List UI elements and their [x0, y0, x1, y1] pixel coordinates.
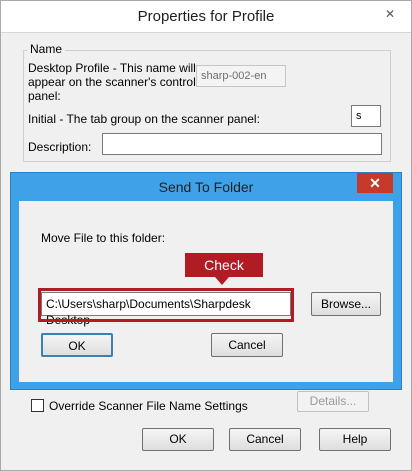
help-button[interactable]: Help	[319, 428, 391, 451]
dialog-cancel-button[interactable]: Cancel	[211, 333, 283, 357]
description-label: Description:	[28, 140, 92, 154]
browse-button[interactable]: Browse...	[311, 292, 381, 316]
group-label: Name	[27, 42, 66, 56]
dialog-ok-button[interactable]: OK	[41, 333, 113, 357]
ok-button[interactable]: OK	[142, 428, 214, 451]
dialog-close-icon[interactable]: ✕	[357, 173, 393, 193]
details-button[interactable]: Details...	[297, 391, 369, 412]
cancel-button[interactable]: Cancel	[229, 428, 301, 451]
check-callout: Check	[185, 253, 263, 277]
send-to-folder-dialog: Send To Folder ✕ Move File to this folde…	[10, 172, 402, 390]
initial-label: Initial - The tab group on the scanner p…	[28, 112, 260, 126]
description-field[interactable]	[102, 133, 382, 155]
window-title: Properties for Profile	[1, 1, 411, 33]
desktop-profile-field: sharp-002-en	[196, 65, 286, 87]
dialog-body: Move File to this folder: C:\Users\sharp…	[19, 201, 393, 382]
initial-field[interactable]: s	[351, 105, 381, 127]
dialog-title: Send To Folder	[158, 179, 254, 195]
desktop-profile-label: Desktop Profile - This name will appear …	[28, 61, 196, 103]
callout-pointer	[215, 277, 229, 285]
check-highlight-box	[38, 288, 294, 322]
override-checkbox[interactable]	[31, 399, 44, 412]
override-label: Override Scanner File Name Settings	[49, 399, 248, 413]
close-icon[interactable]: ✕	[377, 4, 403, 24]
folder-label: Move File to this folder:	[41, 231, 166, 245]
